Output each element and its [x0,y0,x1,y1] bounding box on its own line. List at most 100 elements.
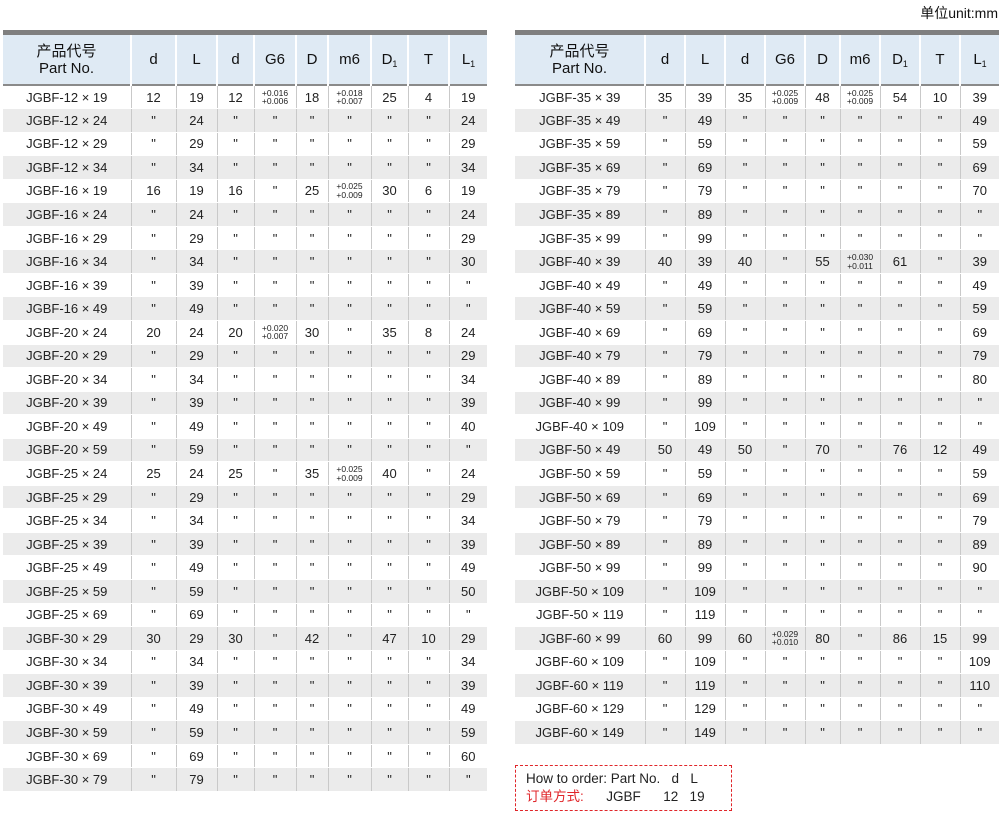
cell-part-no: JGBF-40 × 79 [515,344,645,369]
cell-T: " [407,438,449,463]
cell-D: " [295,532,328,557]
cell-G6: " [764,414,805,439]
cell-D: " [804,132,840,157]
cell-d2: " [216,226,254,251]
cell-L: 39 [175,391,217,416]
cell-part-no: JGBF-20 × 59 [3,438,131,463]
table-row: JGBF-16 × 24 " 24 " " " " " " 24 [3,202,487,227]
cell-D1: " [370,367,408,392]
order-label-cn: 订单方式: [526,789,584,804]
cell-d2: " [216,132,254,157]
cell-d2: " [724,226,765,251]
cell-D1: " [370,226,408,251]
cell-D: " [295,414,328,439]
cell-L1: 30 [448,249,487,274]
cell-d2: " [724,132,765,157]
cell-G6: " [764,179,805,204]
cell-m6: " [327,626,371,651]
header-m6: m6 [839,35,880,85]
cell-m6: " [327,108,371,133]
cell-T: " [919,320,960,345]
cell-d2: 40 [724,249,765,274]
cell-d: " [644,650,685,675]
cell-D1: 47 [370,626,408,651]
cell-d2: " [724,532,765,557]
cell-L: 19 [175,179,217,204]
header-D1: D1 [879,35,920,85]
cell-L1: 39 [448,391,487,416]
cell-D: " [804,603,840,628]
cell-d: " [644,391,685,416]
cell-d: " [644,555,685,580]
cell-part-no: JGBF-20 × 29 [3,344,131,369]
cell-D: " [295,226,328,251]
cell-L: 49 [175,414,217,439]
cell-part-no: JGBF-30 × 49 [3,697,131,722]
cell-D1: " [370,579,408,604]
cell-D: 48 [804,85,840,110]
cell-d2: " [216,744,254,769]
cell-part-no: JGBF-25 × 69 [3,603,131,628]
cell-L: 59 [684,296,725,321]
cell-D: " [295,273,328,298]
cell-L: 69 [684,155,725,180]
cell-T: " [407,508,449,533]
cell-d: " [644,461,685,486]
table-row: JGBF-40 × 99 " 99 " " " " " " " [515,391,999,416]
cell-part-no: JGBF-30 × 59 [3,720,131,745]
cell-part-no: JGBF-35 × 79 [515,179,645,204]
cell-L: 49 [175,296,217,321]
cell-m6: " [327,249,371,274]
cell-T: " [407,485,449,510]
header-part-no: 产品代号 Part No. [515,35,645,85]
cell-d2: " [216,720,254,745]
cell-G6: " [253,626,296,651]
cell-D: " [804,650,840,675]
table-row: JGBF-60 × 109 " 109 " " " " " " 109 [515,650,999,675]
cell-G6: " [764,673,805,698]
cell-D1: 35 [370,320,408,345]
cell-L1: 39 [959,249,999,274]
cell-d2: " [216,414,254,439]
cell-L1: 49 [448,697,487,722]
cell-part-no: JGBF-35 × 49 [515,108,645,133]
cell-D1: " [370,767,408,792]
cell-part-no: JGBF-50 × 69 [515,485,645,510]
cell-D: " [804,108,840,133]
cell-L1: 24 [448,320,487,345]
cell-d2: " [724,603,765,628]
cell-T: " [919,273,960,298]
cell-d: " [644,673,685,698]
cell-L1: 24 [448,202,487,227]
cell-d2: " [216,155,254,180]
cell-m6: " [327,532,371,557]
cell-L1: " [959,603,999,628]
cell-m6: " [839,603,880,628]
tolerance-lower: +0.009 [336,189,363,200]
cell-G6: " [253,202,296,227]
tolerance-lower: +0.011 [847,260,873,271]
cell-D1: " [370,650,408,675]
cell-D: " [804,296,840,321]
cell-L1: " [959,414,999,439]
table-row: JGBF-25 × 29 " 29 " " " " " " 29 [3,485,487,510]
cell-d2: 30 [216,626,254,651]
cell-G6: " [253,273,296,298]
cell-G6: " [253,461,296,486]
cell-m6: " [327,650,371,675]
cell-m6: " [839,579,880,604]
order-line-en: How to order: Part No. d L [526,771,698,786]
cell-d: 25 [130,461,176,486]
cell-G6: " [253,344,296,369]
cell-D: 42 [295,626,328,651]
cell-D: " [295,650,328,675]
table-row: JGBF-50 × 99 " 99 " " " " " " 90 [515,555,999,580]
cell-m6: " [839,226,880,251]
cell-T: " [919,202,960,227]
cell-D1: 86 [879,626,920,651]
cell-D1: " [370,414,408,439]
cell-d: " [644,226,685,251]
cell-m6: " [839,391,880,416]
cell-G6: " [253,697,296,722]
cell-d: " [130,108,176,133]
